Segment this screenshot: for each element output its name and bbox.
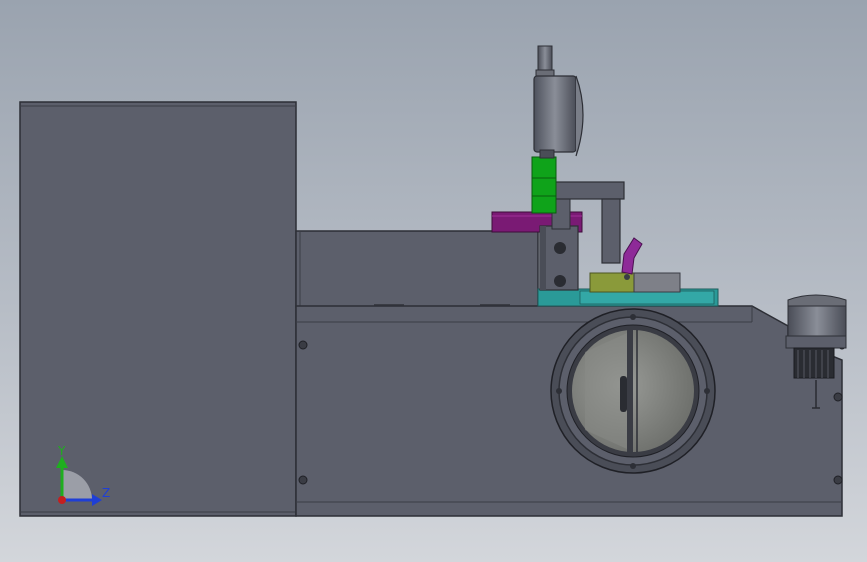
probe-tip	[624, 274, 630, 280]
dial-gauge	[533, 45, 584, 159]
cad-viewport[interactable]: Y Z	[0, 0, 867, 562]
porthole-window	[550, 308, 716, 474]
x-axis-origin	[58, 496, 66, 504]
upper-housing	[295, 230, 539, 309]
green-block	[531, 156, 557, 214]
y-axis-label: Y	[57, 444, 66, 458]
clamp-block	[539, 225, 579, 291]
z-axis-label: Z	[102, 486, 110, 500]
olive-block	[589, 272, 681, 293]
machine-drawing: Y Z	[19, 45, 847, 517]
bent-probe-arm	[621, 237, 643, 275]
